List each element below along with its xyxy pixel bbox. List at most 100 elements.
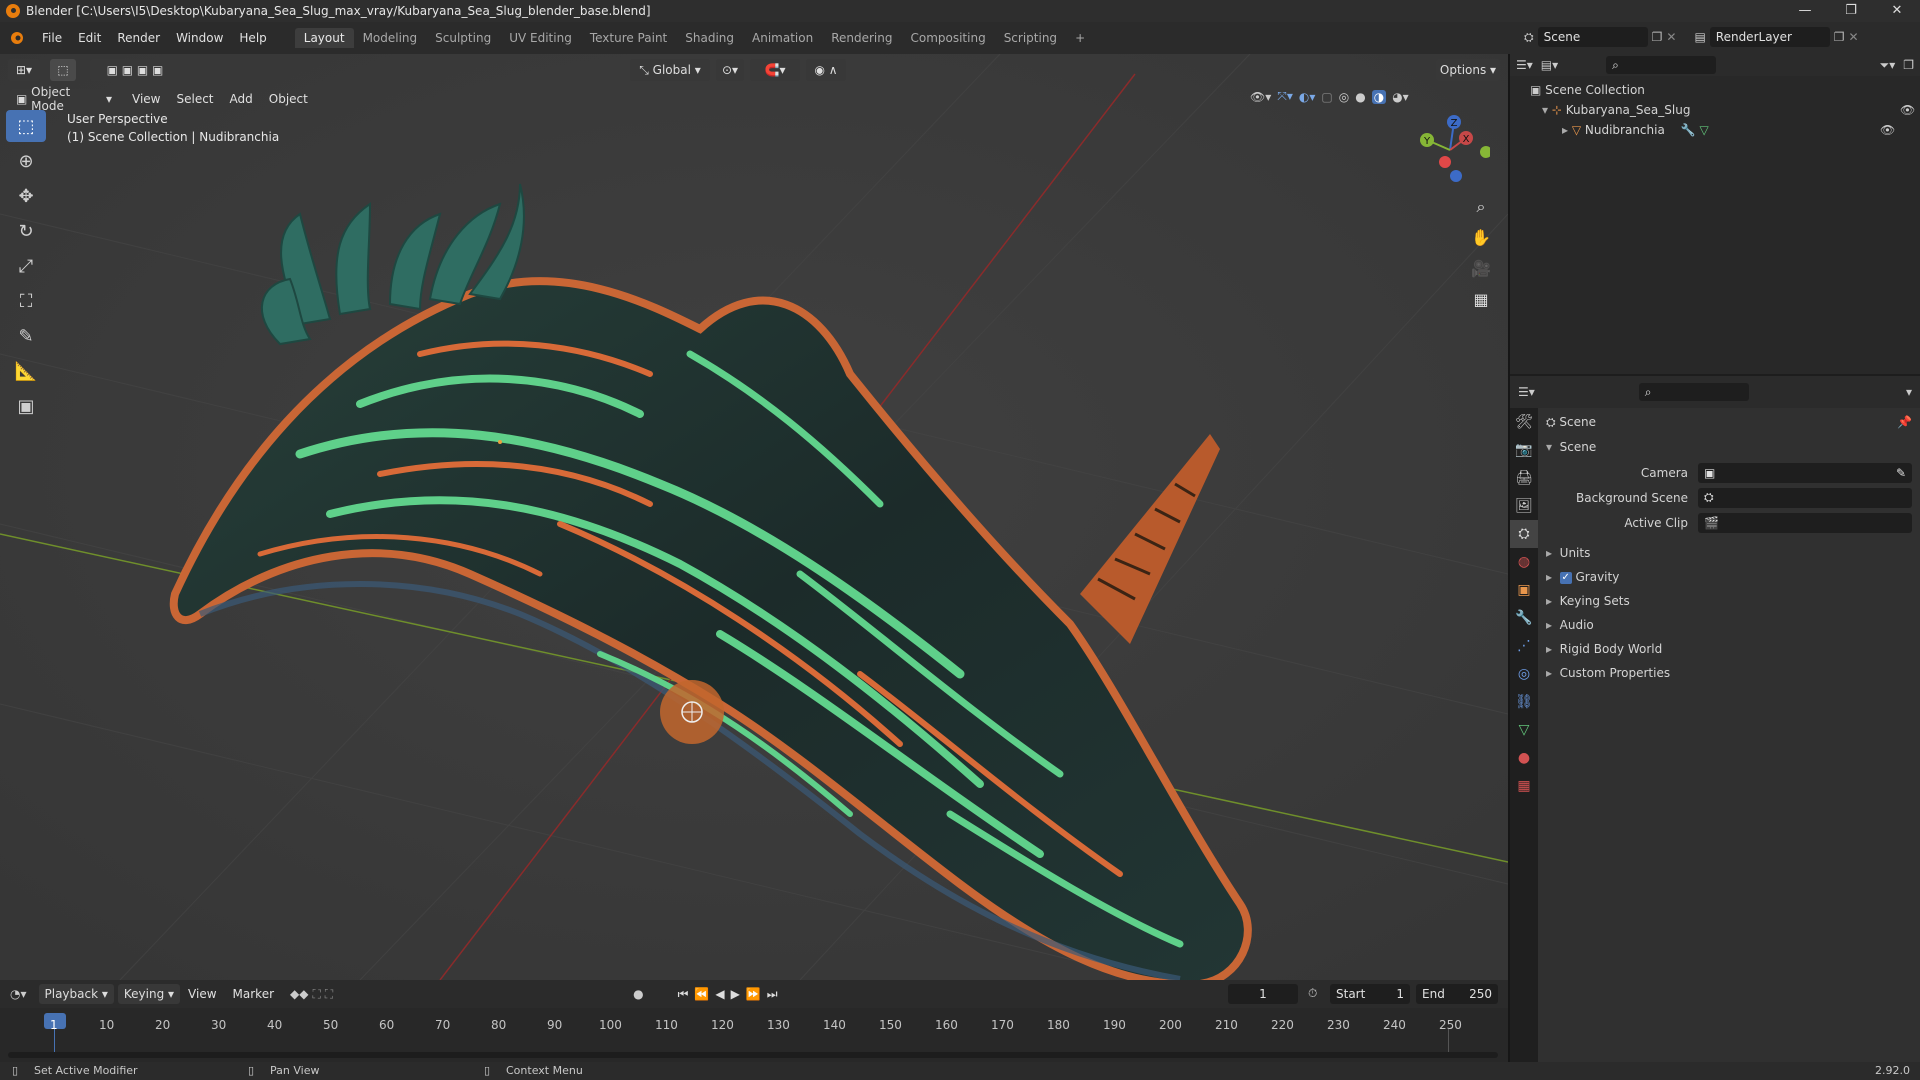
tab-uv-editing[interactable]: UV Editing: [500, 28, 581, 48]
background-scene-field[interactable]: ⛭: [1698, 487, 1912, 508]
3d-viewport[interactable]: ⊞▾ ⬚ ▣ ▣ ▣ ▣ ⤡ Global ▾ ⊙▾ 🧲▾ ◉ ∧ Option…: [0, 54, 1508, 980]
section-audio[interactable]: ▸ Audio: [1546, 613, 1912, 637]
pan-hand-icon[interactable]: ✋: [1466, 223, 1496, 253]
navigation-gizmo[interactable]: Z X Y: [1410, 110, 1492, 190]
tree-row-scene-collection[interactable]: ▣ Scene Collection: [1530, 80, 1920, 100]
menu-render[interactable]: Render: [109, 31, 168, 45]
viewport-menu-object[interactable]: Object: [261, 92, 316, 106]
tab-compositing[interactable]: Compositing: [901, 28, 994, 48]
preview-range-icon[interactable]: ⏱: [1308, 986, 1317, 1001]
scene-selector[interactable]: Scene: [1537, 27, 1648, 47]
new-view-layer-icon[interactable]: ❐: [1834, 30, 1845, 44]
view-layer-icon[interactable]: ▤: [1694, 30, 1705, 44]
end-frame-field[interactable]: End 250: [1416, 984, 1498, 1004]
overlay-toggle-icon[interactable]: ◐▾: [1299, 90, 1316, 104]
data-tab-icon[interactable]: ▽: [1510, 716, 1538, 744]
expand-chevron-icon[interactable]: ▾: [1542, 103, 1552, 117]
xray-toggle-icon[interactable]: ▢: [1321, 90, 1332, 104]
active-clip-field[interactable]: 🎬: [1698, 512, 1912, 533]
delete-view-layer-icon[interactable]: ✕: [1849, 30, 1859, 44]
menu-edit[interactable]: Edit: [70, 31, 109, 45]
tree-row-nudibranchia[interactable]: ▸ ▽ Nudibranchia 🔧 ▽ 👁: [1530, 120, 1920, 140]
gizmo-toggle-icon[interactable]: ⤧▾: [1277, 89, 1293, 104]
add-cube-tool-icon[interactable]: ▣: [6, 390, 46, 422]
timeline-menu-keying[interactable]: Keying ▾: [117, 984, 181, 1004]
outliner-search-input[interactable]: ⌕: [1606, 56, 1717, 74]
minimize-button[interactable]: —: [1782, 0, 1828, 22]
ortho-grid-icon[interactable]: ▦: [1466, 285, 1496, 315]
section-gravity[interactable]: ▸ ✓ Gravity: [1546, 565, 1912, 589]
timeline-menu-view[interactable]: View: [180, 987, 224, 1001]
view-layer-selector[interactable]: RenderLayer: [1709, 27, 1830, 47]
material-tab-icon[interactable]: ●: [1510, 744, 1538, 772]
record-icon[interactable]: ●: [633, 987, 643, 1001]
mesh-data-icon[interactable]: ▽: [1699, 123, 1708, 137]
material-preview-shading-icon[interactable]: ◑: [1371, 89, 1387, 104]
timeline-menu-marker[interactable]: Marker: [225, 987, 282, 1001]
cursor-tool-icon[interactable]: ⊕: [6, 145, 46, 177]
scene-panel-header[interactable]: ▾ Scene: [1546, 434, 1912, 460]
outliner-editor-icon[interactable]: ☰▾: [1516, 58, 1533, 72]
render-tab-icon[interactable]: 📷: [1510, 436, 1538, 464]
scale-tool-icon[interactable]: ⤢: [6, 250, 46, 282]
visibility-eye-icon[interactable]: 👁: [1900, 100, 1915, 120]
world-tab-icon[interactable]: ◍: [1510, 548, 1538, 576]
gravity-checkbox[interactable]: ✓: [1559, 571, 1572, 584]
modifier-icon[interactable]: 🔧: [1681, 123, 1696, 137]
properties-search-input[interactable]: ⌕: [1638, 383, 1749, 401]
menu-file[interactable]: File: [34, 31, 70, 45]
tab-layout[interactable]: Layout: [294, 28, 354, 48]
select-tool-icon[interactable]: ⬚: [50, 59, 76, 81]
transform-tool-icon[interactable]: ⛶: [6, 285, 46, 317]
tab-animation[interactable]: Animation: [743, 28, 822, 48]
tab-rendering[interactable]: Rendering: [822, 28, 901, 48]
section-units[interactable]: ▸ Units: [1546, 541, 1912, 565]
options-dropdown[interactable]: Options ▾: [1436, 59, 1500, 81]
view-layer-tab-icon[interactable]: 🖼: [1510, 492, 1538, 520]
keyframe-nav-icon[interactable]: ◆◆: [290, 987, 308, 1001]
menu-window[interactable]: Window: [168, 31, 231, 45]
properties-options-icon[interactable]: ▾: [1906, 385, 1912, 399]
mode-dropdown[interactable]: ▣ Object Mode ▾: [10, 85, 118, 113]
tool-tab-icon[interactable]: 🛠: [1510, 408, 1538, 436]
snap-toggle-icon[interactable]: 🧲▾: [750, 59, 800, 81]
viewport-menu-view[interactable]: View: [124, 92, 168, 106]
tab-modeling[interactable]: Modeling: [354, 28, 427, 48]
visibility-icon[interactable]: 👁▾: [1250, 90, 1271, 104]
properties-editor-icon[interactable]: ☰▾: [1518, 385, 1535, 399]
scene-icon[interactable]: ⛭: [1524, 30, 1534, 45]
measure-tool-icon[interactable]: 📐: [6, 355, 46, 387]
proportional-edit-icon[interactable]: ◉ ∧: [806, 59, 846, 81]
output-tab-icon[interactable]: 🖨: [1510, 464, 1538, 492]
new-collection-icon[interactable]: ❐: [1903, 58, 1914, 72]
visibility-eye-icon[interactable]: 👁: [1880, 120, 1895, 140]
rendered-shading-icon[interactable]: ◕▾: [1392, 90, 1409, 104]
collapse-chevron-icon[interactable]: ▸: [1562, 123, 1572, 137]
move-tool-icon[interactable]: ✥: [6, 180, 46, 212]
menu-help[interactable]: Help: [231, 31, 274, 45]
physics-tab-icon[interactable]: ◎: [1510, 660, 1538, 688]
timeline-menu-playback[interactable]: Playback ▾: [38, 984, 114, 1004]
add-workspace-button[interactable]: +: [1066, 28, 1094, 48]
tab-texture-paint[interactable]: Texture Paint: [581, 28, 676, 48]
tab-sculpting[interactable]: Sculpting: [426, 28, 500, 48]
camera-view-icon[interactable]: 🎥: [1466, 254, 1496, 284]
maximize-button[interactable]: ❐: [1828, 0, 1874, 22]
viewport-menu-add[interactable]: Add: [222, 92, 261, 106]
playback-controls[interactable]: ⏮⏪◀▶⏩⏭: [678, 987, 784, 1002]
tree-row-kubaryana[interactable]: ▾ ⊹ Kubaryana_Sea_Slug 👁: [1530, 100, 1920, 120]
particles-tab-icon[interactable]: ⋰: [1510, 632, 1538, 660]
editor-type-icon[interactable]: [6, 27, 28, 49]
viewport-menu-select[interactable]: Select: [168, 92, 221, 106]
select-box-tool-icon[interactable]: ⬚: [6, 110, 46, 142]
editor-type-viewport-icon[interactable]: ⊞▾: [8, 59, 40, 81]
delete-scene-icon[interactable]: ✕: [1666, 30, 1676, 44]
new-scene-icon[interactable]: ❐: [1652, 30, 1663, 44]
section-custom-properties[interactable]: ▸ Custom Properties: [1546, 661, 1912, 685]
camera-field[interactable]: ▣ ✎: [1698, 462, 1912, 483]
filter-icon[interactable]: ⏷▾: [1880, 58, 1896, 73]
start-frame-field[interactable]: Start 1: [1330, 984, 1410, 1004]
solid-shading-icon[interactable]: ●: [1355, 90, 1365, 104]
section-keying-sets[interactable]: ▸ Keying Sets: [1546, 589, 1912, 613]
modifier-tab-icon[interactable]: 🔧: [1510, 604, 1538, 632]
